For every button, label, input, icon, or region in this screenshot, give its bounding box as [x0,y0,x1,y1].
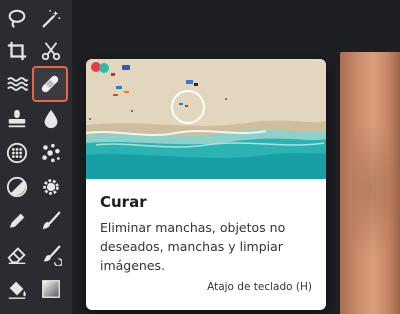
fill-tool-button[interactable] [0,272,34,306]
bucket-icon [8,281,26,299]
beach-preview-image [86,59,326,179]
brush-icon [42,211,61,230]
tool-panel [0,0,72,314]
dodge-tool-button[interactable] [0,170,34,204]
bandage-icon [41,75,59,93]
scissors-icon [41,42,61,61]
eraser-icon [7,247,26,264]
tooltip-shortcut: Atajo de teclado (H) [207,281,312,293]
drop-icon [44,109,58,129]
gradient-icon [42,280,60,298]
blur-tool-button[interactable] [34,102,68,136]
half-circle-icon [6,176,28,198]
gear-icon [43,179,59,195]
pattern-tool-button[interactable] [0,136,34,170]
waves-icon [7,77,28,91]
gradient-tool-button[interactable] [34,272,68,306]
dots-icon [42,143,60,163]
grid-circle-icon [6,142,28,164]
tool-tooltip: Curar Eliminar manchas, objetos no desea… [86,59,326,310]
lasso-icon [8,9,26,29]
color-replace-tool-button[interactable] [34,238,68,272]
crop-tool-button[interactable] [0,34,34,68]
crop-icon [7,41,27,61]
pen-icon [9,213,25,229]
tooltip-description: Eliminar manchas, objetos no deseados, m… [100,220,286,273]
clone-stamp-tool-button[interactable] [0,102,34,136]
cut-tool-button[interactable] [34,34,68,68]
magic-wand-tool-button[interactable] [34,2,68,36]
magic-wand-icon [42,9,61,28]
lasso-tool-button[interactable] [0,2,34,36]
spot-tool-button[interactable] [34,136,68,170]
brush-replace-icon [43,245,62,266]
stamp-icon [8,109,26,128]
brush-tool-button[interactable] [34,204,68,238]
heal-tool-button[interactable] [32,66,68,102]
pen-tool-button[interactable] [0,204,34,238]
canvas-image-shading [352,120,400,260]
tooltip-title: Curar [100,193,147,211]
sponge-tool-button[interactable] [34,170,68,204]
liquify-tool-button[interactable] [0,67,34,101]
eraser-tool-button[interactable] [0,238,34,272]
